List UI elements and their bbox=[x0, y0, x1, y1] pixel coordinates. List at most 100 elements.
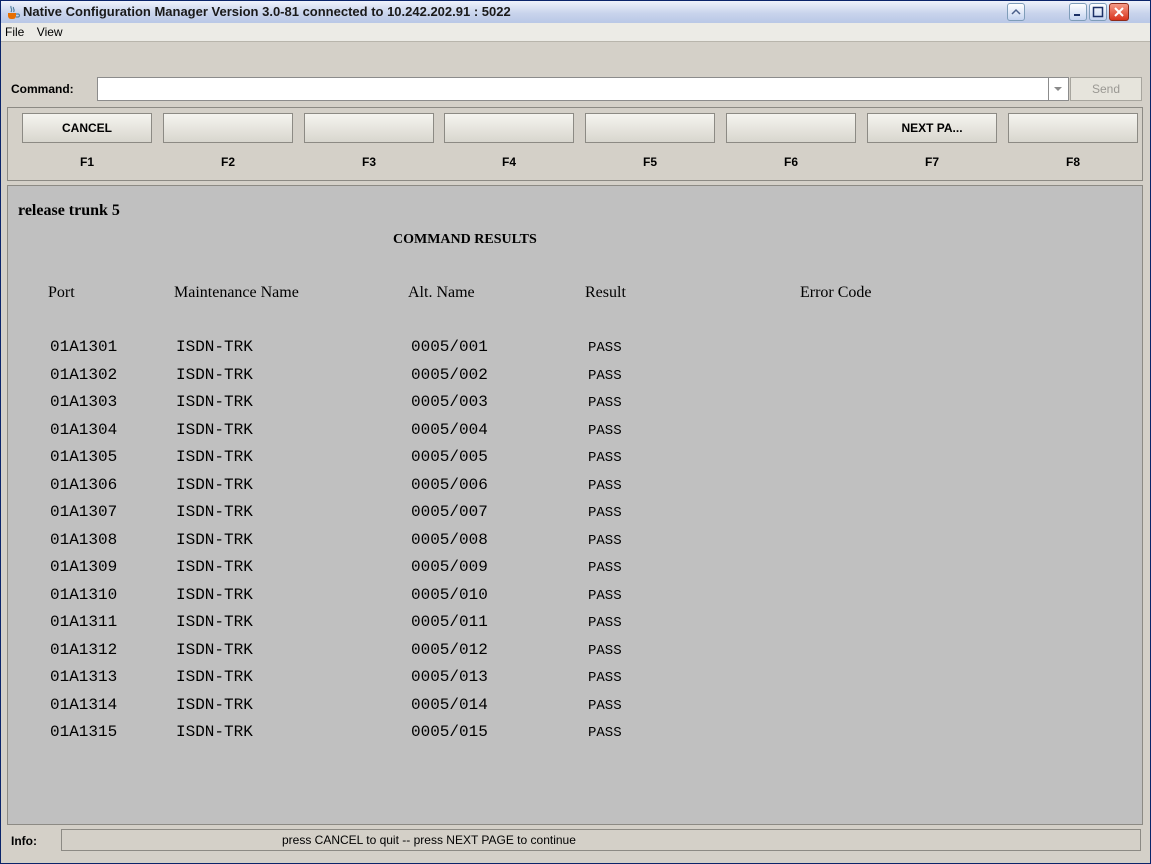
cell-maintenance-name: ISDN-TRK bbox=[176, 723, 253, 741]
cell-alt-name: 0005/013 bbox=[411, 668, 488, 686]
cell-result: PASS bbox=[588, 422, 622, 439]
fkey-button-f1[interactable]: CANCEL bbox=[22, 113, 152, 143]
maximize-icon[interactable] bbox=[1089, 3, 1107, 21]
table-row: 01A1312 ISDN-TRK 0005/012 PASS bbox=[8, 641, 1142, 667]
fkey-label-f6: F6 bbox=[783, 155, 798, 169]
cell-port: 01A1301 bbox=[50, 338, 118, 356]
fkey-button-f4[interactable] bbox=[444, 113, 574, 143]
menu-file[interactable]: File bbox=[1, 23, 24, 39]
cell-alt-name: 0005/004 bbox=[411, 420, 488, 439]
table-row: 01A1309 ISDN-TRK 0005/009 PASS bbox=[8, 558, 1142, 584]
close-icon[interactable] bbox=[1109, 3, 1129, 21]
cell-maintenance-name: ISDN-TRK bbox=[176, 585, 253, 604]
fkey-label-f3: F3 bbox=[361, 155, 376, 169]
cell-result: PASS bbox=[588, 560, 622, 576]
cell-maintenance-name: ISDN-TRK bbox=[176, 613, 253, 631]
cell-alt-name: 0005/001 bbox=[411, 338, 488, 356]
cell-result: PASS bbox=[588, 642, 622, 659]
cell-result: PASS bbox=[588, 367, 622, 384]
table-row: 01A1311 ISDN-TRK 0005/011 PASS bbox=[8, 613, 1142, 639]
table-row: 01A1313 ISDN-TRK 0005/013 PASS bbox=[8, 668, 1142, 694]
command-dropdown[interactable] bbox=[1049, 77, 1069, 101]
cell-result: PASS bbox=[588, 450, 622, 466]
chevron-down-icon bbox=[1054, 87, 1062, 91]
cell-alt-name: 0005/010 bbox=[411, 585, 488, 604]
cell-result: PASS bbox=[588, 725, 622, 741]
fkey-button-f2[interactable] bbox=[163, 113, 293, 143]
cell-port: 01A1309 bbox=[50, 558, 118, 576]
cell-result: PASS bbox=[588, 477, 622, 494]
minimize-icon[interactable] bbox=[1069, 3, 1087, 21]
table-row: 01A1310 ISDN-TRK 0005/010 PASS bbox=[8, 586, 1142, 612]
cell-maintenance-name: ISDN-TRK bbox=[176, 503, 253, 521]
cell-maintenance-name: ISDN-TRK bbox=[176, 338, 253, 356]
table-row: 01A1307 ISDN-TRK 0005/007 PASS bbox=[8, 503, 1142, 529]
window-menu-icon[interactable] bbox=[1007, 3, 1025, 21]
fkey-button-f8[interactable] bbox=[1008, 113, 1138, 143]
fkey-label-f4: F4 bbox=[501, 155, 516, 169]
cell-alt-name: 0005/002 bbox=[411, 365, 488, 384]
column-header-maintenance-name: Maintenance Name bbox=[174, 284, 299, 301]
cell-maintenance-name: ISDN-TRK bbox=[176, 695, 253, 714]
fkey-button-f6[interactable] bbox=[726, 113, 856, 143]
send-button[interactable]: Send bbox=[1070, 77, 1142, 101]
cell-maintenance-name: ISDN-TRK bbox=[176, 420, 253, 439]
column-header-alt-name: Alt. Name bbox=[408, 284, 475, 301]
cell-alt-name: 0005/012 bbox=[411, 640, 488, 659]
cell-maintenance-name: ISDN-TRK bbox=[176, 393, 253, 411]
cell-maintenance-name: ISDN-TRK bbox=[176, 530, 253, 549]
cell-port: 01A1303 bbox=[50, 393, 118, 411]
cell-port: 01A1315 bbox=[50, 723, 118, 741]
info-message: press CANCEL to quit -- press NEXT PAGE … bbox=[61, 829, 1141, 851]
fkey-button-f5[interactable] bbox=[585, 113, 715, 143]
table-row: 01A1315 ISDN-TRK 0005/015 PASS bbox=[8, 723, 1142, 749]
cell-alt-name: 0005/011 bbox=[411, 613, 488, 631]
cell-result: PASS bbox=[588, 670, 622, 686]
table-row: 01A1302 ISDN-TRK 0005/002 PASS bbox=[8, 366, 1142, 392]
java-cup-icon bbox=[8, 5, 21, 19]
cell-alt-name: 0005/005 bbox=[411, 448, 488, 466]
cell-port: 01A1302 bbox=[50, 365, 118, 384]
cell-port: 01A1314 bbox=[50, 695, 118, 714]
cell-port: 01A1306 bbox=[50, 475, 118, 494]
command-input[interactable] bbox=[97, 77, 1049, 101]
table-row: 01A1308 ISDN-TRK 0005/008 PASS bbox=[8, 531, 1142, 557]
cell-maintenance-name: ISDN-TRK bbox=[176, 448, 253, 466]
cell-result: PASS bbox=[588, 697, 622, 714]
fkey-label-f1: F1 bbox=[79, 155, 94, 169]
menu-bar: File View bbox=[1, 23, 1150, 42]
table-row: 01A1306 ISDN-TRK 0005/006 PASS bbox=[8, 476, 1142, 502]
cell-port: 01A1307 bbox=[50, 503, 118, 521]
cell-result: PASS bbox=[588, 532, 622, 549]
cell-maintenance-name: ISDN-TRK bbox=[176, 668, 253, 686]
column-header-port: Port bbox=[48, 284, 75, 301]
cell-port: 01A1310 bbox=[50, 585, 118, 604]
fkey-button-f7[interactable]: NEXT PA... bbox=[867, 113, 997, 143]
cell-alt-name: 0005/003 bbox=[411, 393, 488, 411]
window-title: Native Configuration Manager Version 3.0… bbox=[23, 4, 511, 19]
cell-alt-name: 0005/007 bbox=[411, 503, 488, 521]
cell-alt-name: 0005/014 bbox=[411, 695, 488, 714]
title-bar[interactable]: Native Configuration Manager Version 3.0… bbox=[1, 1, 1150, 24]
info-label: Info: bbox=[11, 834, 37, 848]
cell-maintenance-name: ISDN-TRK bbox=[176, 640, 253, 659]
cell-alt-name: 0005/015 bbox=[411, 723, 488, 741]
table-row: 01A1305 ISDN-TRK 0005/005 PASS bbox=[8, 448, 1142, 474]
cell-result: PASS bbox=[588, 340, 622, 356]
fkey-button-f3[interactable] bbox=[304, 113, 434, 143]
cell-maintenance-name: ISDN-TRK bbox=[176, 475, 253, 494]
cell-maintenance-name: ISDN-TRK bbox=[176, 365, 253, 384]
cell-maintenance-name: ISDN-TRK bbox=[176, 558, 253, 576]
cell-port: 01A1311 bbox=[50, 613, 118, 631]
cell-alt-name: 0005/008 bbox=[411, 530, 488, 549]
table-row: 01A1314 ISDN-TRK 0005/014 PASS bbox=[8, 696, 1142, 722]
cell-port: 01A1313 bbox=[50, 668, 118, 686]
results-panel[interactable]: release trunk 5 COMMAND RESULTS Port Mai… bbox=[7, 185, 1143, 825]
app-window: Native Configuration Manager Version 3.0… bbox=[0, 0, 1151, 864]
fkey-label-f8: F8 bbox=[1065, 155, 1080, 169]
cell-port: 01A1305 bbox=[50, 448, 118, 466]
table-row: 01A1301 ISDN-TRK 0005/001 PASS bbox=[8, 338, 1142, 364]
menu-view[interactable]: View bbox=[33, 23, 63, 39]
column-header-error-code: Error Code bbox=[800, 284, 872, 301]
table-row: 01A1304 ISDN-TRK 0005/004 PASS bbox=[8, 421, 1142, 447]
